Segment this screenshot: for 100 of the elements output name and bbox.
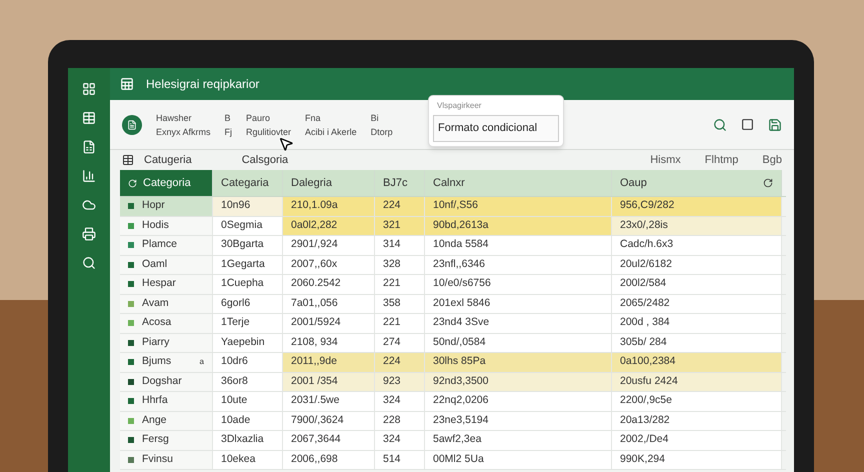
column-header[interactable]: Categoria [120, 170, 213, 196]
toolbar-link[interactable]: Bgb [762, 152, 782, 168]
table-cell: 5awf2,3ea [425, 431, 612, 450]
table-cell: Yaepebin [213, 334, 283, 352]
menu-item[interactable]: Formato condicional [433, 115, 559, 142]
table-cell: 22nq2,0206 [425, 392, 612, 410]
table-cell: 514 [375, 450, 425, 469]
table-cell: 23ne3,5194 [425, 412, 612, 430]
ribbon-button[interactable]: B Fj [224, 110, 232, 138]
toolbar-link[interactable]: Flhtmp [704, 152, 738, 168]
toolbar-link[interactable]: Hismx [650, 152, 681, 168]
table-cell: 0a100,2384 [612, 353, 782, 372]
table-cell: Hespar [120, 275, 213, 294]
table-cell: 10nf/,S56 [425, 197, 612, 216]
table-cell: Avam [120, 294, 213, 313]
column-header[interactable]: Oaup [612, 170, 782, 196]
table-cell: 10ute [213, 392, 283, 410]
table-cell: 2002,/De4 [612, 431, 782, 450]
table-icon [122, 154, 134, 166]
table-cell: Hodis [120, 216, 213, 235]
window-icon[interactable] [741, 118, 754, 131]
column-header[interactable]: Categaria [213, 170, 283, 196]
table-row[interactable]: Ange 10ade 7900/,3624 228 23ne3,5194 20a13/282 [120, 412, 786, 431]
table-cell: 2001/5924 [283, 314, 375, 332]
sidebar-icon[interactable] [82, 198, 96, 212]
table-row[interactable]: Fvinsu 10ekea 2006,,698 514 00Ml2 5Ua 990K,294 [120, 450, 786, 470]
table-cell: 1Terje [213, 314, 283, 332]
table-cell: 200l2/584 [612, 275, 782, 294]
table-cell: 23x0/,28is [612, 216, 782, 235]
table-cell: 221 [375, 314, 425, 332]
table-cell: 30lhs 85Pa [425, 353, 612, 372]
column-header[interactable]: BJ7c [375, 170, 425, 196]
table-cell: Dogshar [120, 372, 213, 391]
table-row[interactable]: Plamce 30Bgarta 2901/,924 314 10nda 5584 Cadc/h.6x3 [120, 236, 786, 256]
search-icon[interactable] [713, 118, 727, 132]
table-row[interactable]: Piarry Yaepebin 2108, 934 274 50nd/,0584 305b/ 284 [120, 334, 786, 353]
table-row[interactable]: Oaml 1Gegarta 2007,,60x 328 23nfl,,6346 20ul2/6182 [120, 256, 786, 275]
table-cell: 305b/ 284 [612, 334, 782, 352]
table-row[interactable]: Hespar 1Cuepha 2060.2542 221 10/e0/s6756 200l2/584 [120, 275, 786, 294]
table-cell: 2006,,698 [283, 450, 375, 469]
table-cell: 956,C9/282 [612, 197, 782, 216]
sidebar-icon[interactable] [82, 111, 96, 125]
table-cell: Fvinsu [120, 450, 213, 469]
app-icon [120, 77, 134, 91]
table-cell: 2901/,924 [283, 236, 375, 254]
sidebar-icon[interactable] [82, 227, 96, 241]
table-cell: Piarry [120, 334, 213, 352]
refresh-icon [763, 178, 773, 188]
table-cell: 0Segmia [213, 216, 283, 235]
table-cell: 2067,3644 [283, 431, 375, 450]
table-row[interactable]: Hodis 0Segmia 0a0l2,282 321 90bd,2613a 23x0/,28is [120, 216, 786, 236]
table-cell: 7900/,3624 [283, 412, 375, 430]
sidebar-icon[interactable] [82, 256, 96, 270]
ribbon-button[interactable]: Bi Dtorp [370, 110, 393, 138]
save-icon[interactable] [768, 118, 782, 132]
table-cell: 2060.2542 [283, 275, 375, 294]
table-row[interactable]: Hhrfa 10ute 2031/.5we 324 22nq2,0206 2200/,9c5e [120, 392, 786, 412]
table-cell: 23nd4 3Sve [425, 314, 612, 332]
table-cell: 92nd3,3500 [425, 372, 612, 391]
table-cell: 990K,294 [612, 450, 782, 469]
logo-icon [122, 114, 142, 134]
table-cell: 321 [375, 216, 425, 235]
table-cell: 1Gegarta [213, 256, 283, 274]
table-row[interactable]: Avam 6gorl6 7a01,,056 358 201exl 5846 2065/2482 [120, 294, 786, 314]
table-row[interactable]: Bjums a 10dr6 2011,,9de 224 30lhs 85Pa 0a100,2384 [120, 353, 786, 372]
sidebar-icon[interactable] [82, 82, 96, 96]
table-cell: Hhrfa [120, 392, 213, 410]
ribbon-button[interactable]: Pauro Rgulitiovter [246, 110, 292, 138]
table-row[interactable]: Dogshar 36or8 2001 /354 923 92nd3,3500 20usfu 2424 [120, 372, 786, 392]
column-header[interactable]: Calnxr [425, 170, 612, 196]
ribbon-button[interactable]: Hawsher Exnyx Afkrms [156, 110, 211, 138]
table-cell: 201exl 5846 [425, 294, 612, 313]
table-cell: 90bd,2613a [425, 216, 612, 235]
sidebar-icon[interactable] [82, 169, 96, 183]
table-cell: 20ul2/6182 [612, 256, 782, 274]
ribbon-button[interactable]: Fna Acibi i Akerle [305, 110, 357, 138]
table-cell: 10ade [213, 412, 283, 430]
category-tab[interactable]: Calsgoria [242, 152, 288, 168]
table-cell: 358 [375, 294, 425, 313]
table-cell: 274 [375, 334, 425, 352]
table-cell: Ange [120, 412, 213, 430]
table-row[interactable]: Fersg 3Dlxazlia 2067,3644 324 5awf2,3ea 2002,/De4 [120, 431, 786, 450]
category-tab[interactable]: Catugeria [144, 152, 192, 168]
table-row[interactable]: Hopr 10n96 210,1.09a 224 10nf/,S56 956,C9/282 [120, 197, 786, 216]
table-row[interactable]: Acosa 1Terje 2001/5924 221 23nd4 3Sve 200d , 384 [120, 314, 786, 334]
table-cell: 30Bgarta [213, 236, 283, 254]
note-mark: a [200, 356, 204, 368]
table-cell: 36or8 [213, 372, 283, 391]
table-cell: 200d , 384 [612, 314, 782, 332]
table-cell: Acosa [120, 314, 213, 332]
table-cell: Hopr [120, 197, 213, 216]
table-cell: 324 [375, 392, 425, 410]
column-header[interactable]: Dalegria [283, 170, 375, 196]
table-cell: 7a01,,056 [283, 294, 375, 313]
menu-header: Vlspagirkeer [436, 100, 482, 112]
table-cell: 20a13/282 [612, 412, 782, 430]
table-cell: 2031/.5we [283, 392, 375, 410]
table-cell: 10n96 [213, 197, 283, 216]
table-cell: 23nfl,,6346 [425, 256, 612, 274]
sidebar-icon[interactable] [82, 140, 96, 154]
